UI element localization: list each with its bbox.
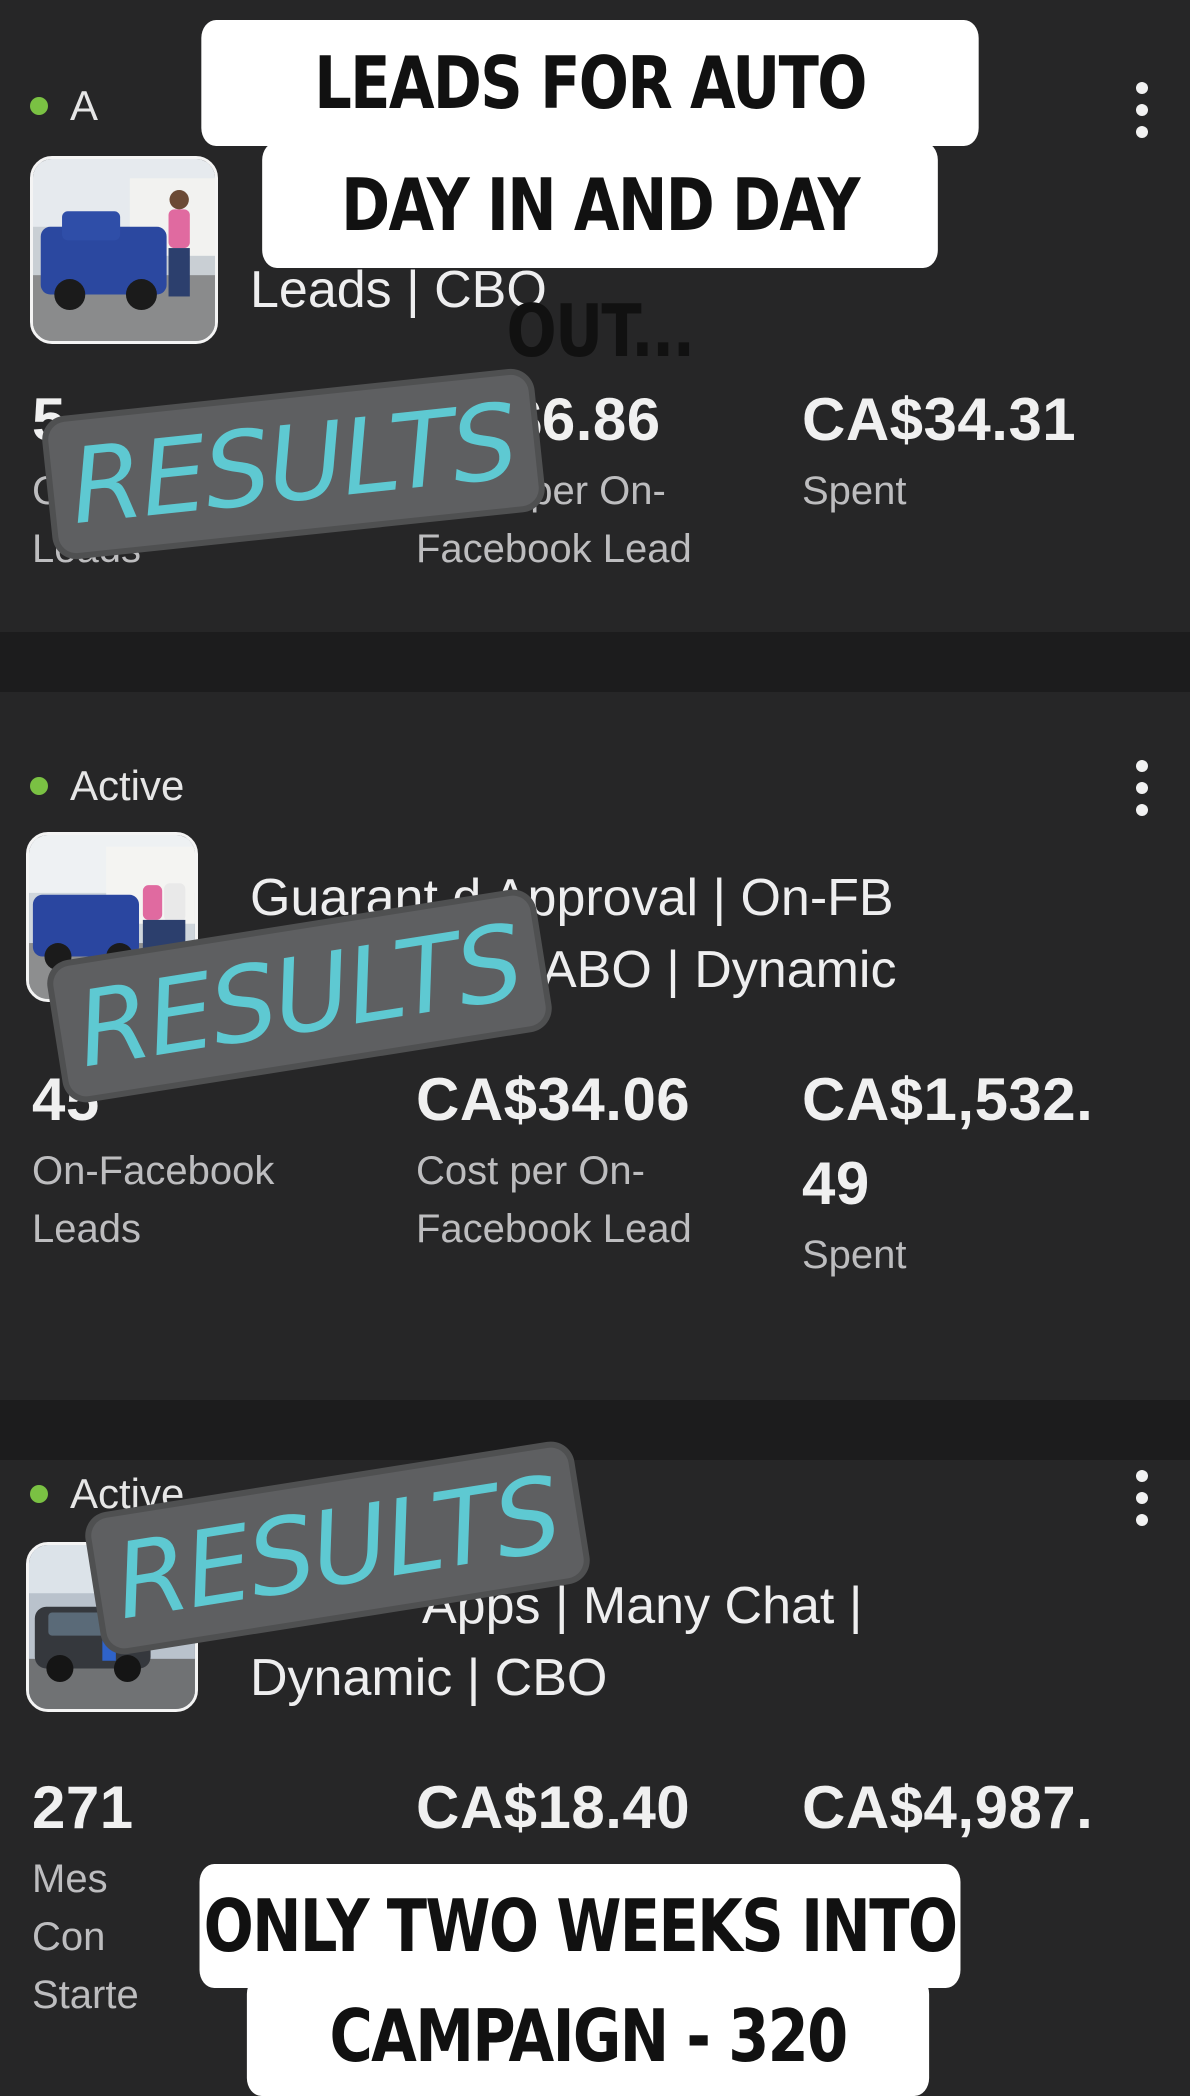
metric-label: Cost per On- [416, 1149, 645, 1193]
caption-top-line2: DAY IN AND DAY OUT... [262, 142, 938, 373]
caption-top-line1: LEADS FOR AUTO DEALERS [201, 20, 979, 251]
card-divider [0, 632, 1190, 692]
metric-value: CA$34.06 [416, 1066, 691, 1133]
metric-cost-per-lead: CA$34.06 Cost per On- Facebook Lead [416, 1058, 692, 1258]
metric-label: Facebook Lead [416, 527, 692, 571]
metric-spent: CA$34.31 Spent [802, 378, 1076, 520]
metric-label: Spent [802, 469, 907, 513]
metric-leads: 45 On-Facebook Leads [32, 1058, 274, 1258]
campaign-title-line2: Dynamic | CBO [250, 1649, 608, 1707]
metric-label: Facebook Lead [416, 1207, 692, 1251]
metric-label: Spent [802, 1233, 907, 1277]
metric-label: Leads [32, 1207, 141, 1251]
truck-photo-icon [33, 159, 215, 341]
status-label: Active [70, 762, 185, 809]
metric-messages: 271 Mes Con Starte [32, 1766, 139, 2024]
metric-label: Mes [32, 1857, 108, 1901]
metric-spent: CA$4,987. [802, 1766, 1093, 1850]
metric-value: 271 [32, 1774, 134, 1841]
active-dot-icon [30, 1485, 48, 1503]
status-indicator: Active [30, 762, 184, 810]
metric-value-continued: 49 [802, 1150, 870, 1217]
card-divider [0, 1400, 1190, 1460]
status-indicator: A [30, 82, 98, 130]
metric-value: CA$18.40 [416, 1774, 691, 1841]
caption-bottom-line1: ONLY TWO WEEKS INTO THE [199, 1864, 961, 2092]
active-dot-icon [30, 97, 48, 115]
caption-bottom-line2: CAMPAIGN - 320 LEADS [246, 1976, 930, 2096]
metric-label: On-Facebook [32, 1149, 275, 1193]
more-options-icon[interactable] [1134, 760, 1150, 816]
more-options-icon[interactable] [1134, 82, 1150, 138]
metric-value: CA$34.31 [802, 386, 1077, 453]
metric-label: Con [32, 1915, 106, 1959]
metric-cost-per-result: CA$18.40 [416, 1766, 690, 1850]
ad-thumbnail[interactable] [30, 156, 218, 344]
more-options-icon[interactable] [1134, 1470, 1150, 1526]
metric-value: CA$1,532. [802, 1066, 1094, 1133]
active-dot-icon [30, 777, 48, 795]
status-label: A [70, 82, 99, 129]
metric-value: CA$4,987. [802, 1774, 1094, 1841]
metric-spent: CA$1,532. 49 Spent [802, 1058, 1093, 1284]
metric-label: Starte [32, 1973, 139, 2017]
